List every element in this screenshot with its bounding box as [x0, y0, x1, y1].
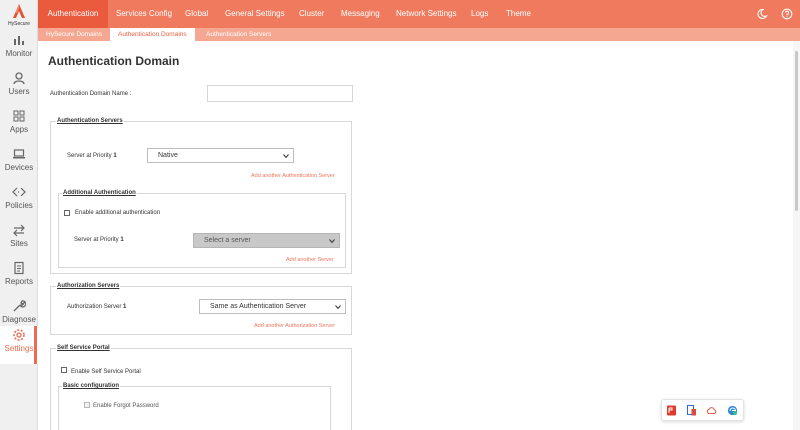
subtab-authentication-domains[interactable]: Authentication Domains	[110, 28, 195, 41]
sidebar-item-label: Policies	[5, 201, 33, 210]
sidebar-item-settings[interactable]: Settings	[0, 326, 38, 364]
add-auth-server-link[interactable]: Add another Authentication Server	[251, 173, 335, 179]
add-authorization-server-link[interactable]: Add another Authorization Server	[254, 323, 335, 329]
sidebar-item-label: Monitor	[5, 49, 33, 58]
self-service-legend: Self Service Portal	[56, 345, 111, 351]
subtab-authentication-servers[interactable]: Authentication Servers	[198, 28, 279, 41]
tab-network-settings[interactable]: Network Settings	[388, 0, 464, 28]
auth-priority-label: Server at Priority 1	[67, 153, 117, 159]
additional-auth-legend: Additional Authentication	[62, 190, 137, 196]
sidebar-item-label: Users	[8, 87, 30, 96]
domain-name-input[interactable]	[207, 85, 353, 102]
additional-server-value: Select a server	[204, 237, 251, 244]
enable-self-service-label: Enable Self Service Portal	[71, 369, 141, 375]
auth-server-select[interactable]: Native	[147, 148, 294, 163]
floating-toolbar	[661, 399, 744, 421]
sidebar-item-devices[interactable]: Devices	[0, 145, 38, 183]
laptop-icon	[13, 149, 25, 159]
authorization-server-value: Same as Authentication Server	[210, 303, 307, 310]
chevron-down-icon	[335, 305, 341, 310]
sidebar-item-label: Devices	[4, 163, 34, 172]
additional-priority-label: Server at Priority 1	[74, 237, 124, 243]
sidebar-item-policies[interactable]: Policies	[0, 183, 38, 221]
authorization-server-label: Authorization Server 1	[67, 304, 127, 310]
tab-services-config[interactable]: Services Config	[108, 0, 180, 28]
cloud-icon[interactable]	[706, 405, 717, 416]
authorization-server-select[interactable]: Same as Authentication Server	[199, 299, 346, 314]
enable-forgot-password-checkbox[interactable]	[84, 402, 90, 408]
tab-general-settings[interactable]: General Settings	[217, 0, 293, 28]
sub-nav: HySecure Domains Authentication Domains …	[38, 28, 800, 41]
tab-authentication[interactable]: Authentication	[38, 0, 108, 28]
apps-grid-icon	[13, 110, 25, 122]
page-title: Authentication Domain	[48, 54, 180, 68]
subtab-hysecure-domains[interactable]: HySecure Domains	[38, 28, 110, 41]
sidebar-item-apps[interactable]: Apps	[0, 107, 38, 145]
pdf-icon[interactable]	[666, 405, 677, 416]
sidebar-item-label: Settings	[4, 344, 34, 353]
tab-logs[interactable]: Logs	[463, 0, 496, 28]
document-icon	[14, 261, 24, 275]
main-content: Authentication Domain Authentication Dom…	[38, 41, 792, 430]
sidebar: HySecure Monitor Users Apps Devices Poli…	[0, 0, 38, 430]
bar-chart-icon	[14, 36, 24, 45]
enable-self-service-checkbox[interactable]	[61, 367, 67, 373]
sidebar-item-reports[interactable]: Reports	[0, 259, 38, 297]
code-arrows-icon	[12, 187, 26, 197]
gear-icon	[13, 329, 25, 341]
additional-server-select[interactable]: Select a server	[193, 233, 340, 248]
sidebar-item-label: Apps	[9, 125, 29, 134]
brand-name: HySecure	[8, 21, 30, 27]
document-phone-icon[interactable]	[686, 405, 697, 416]
sidebar-item-sites[interactable]: Sites	[0, 221, 38, 259]
swap-arrows-icon	[13, 224, 25, 237]
chevron-down-icon	[283, 154, 289, 159]
logo-icon	[13, 4, 25, 18]
active-indicator	[34, 326, 37, 364]
basic-config-legend: Basic configuration	[62, 383, 121, 389]
scrollbar-thumb[interactable]	[795, 51, 798, 211]
sidebar-item-label: Sites	[10, 239, 28, 248]
sidebar-item-users[interactable]: Users	[0, 69, 38, 107]
page-scrollbar[interactable]	[793, 41, 800, 430]
sidebar-item-label: Diagnose	[2, 315, 36, 324]
moon-icon[interactable]	[756, 8, 768, 20]
sidebar-item-monitor[interactable]: Monitor	[0, 31, 38, 69]
wrench-icon	[13, 300, 26, 312]
domain-name-label: Authentication Domain Name :	[50, 91, 132, 97]
edge-browser-icon[interactable]	[727, 405, 738, 416]
tab-theme[interactable]: Theme	[498, 0, 539, 28]
authorization-legend: Authorization Servers	[56, 283, 121, 289]
brand-logo[interactable]: HySecure	[0, 0, 38, 30]
tab-messaging[interactable]: Messaging	[333, 0, 388, 28]
chevron-down-icon	[329, 239, 335, 244]
tab-cluster[interactable]: Cluster	[291, 0, 332, 28]
auth-servers-legend: Authentication Servers	[56, 118, 124, 124]
enable-additional-auth-checkbox[interactable]	[64, 210, 70, 216]
sidebar-item-label: Reports	[4, 277, 33, 286]
enable-forgot-password-label: Enable Forgot Password	[93, 403, 159, 409]
add-additional-server-link[interactable]: Add another Server	[286, 257, 334, 263]
user-icon	[13, 72, 25, 85]
help-icon[interactable]	[781, 8, 793, 20]
auth-server-value: Native	[158, 152, 178, 159]
top-nav: Authentication Services Config Global Ge…	[38, 0, 800, 28]
enable-additional-auth-label: Enable additional authentication	[75, 210, 161, 216]
tab-global[interactable]: Global	[177, 0, 216, 28]
